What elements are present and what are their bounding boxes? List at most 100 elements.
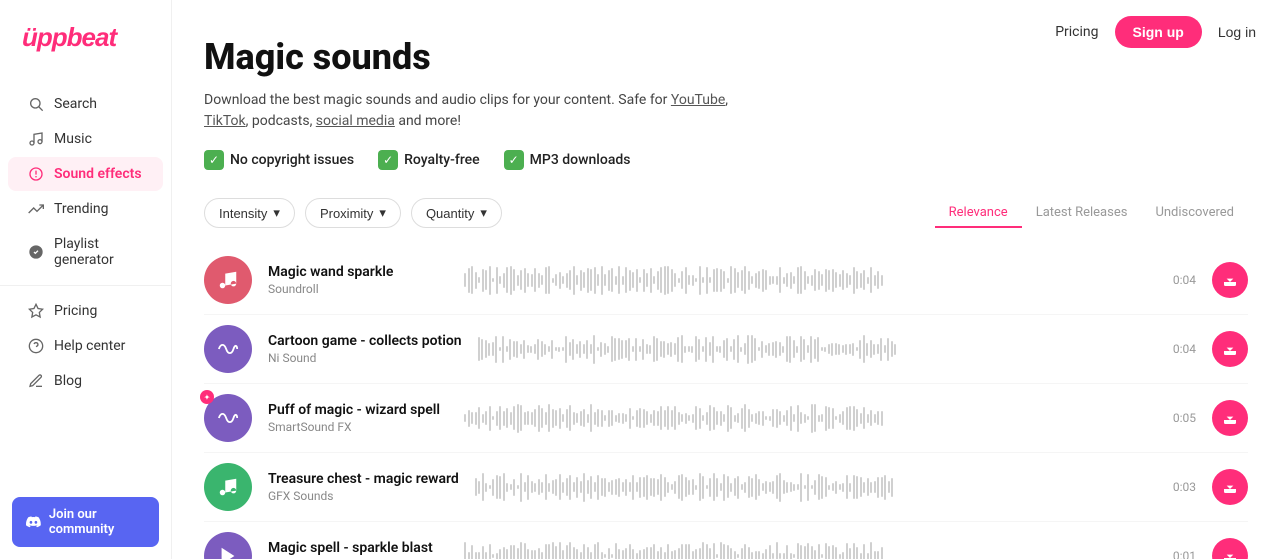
track-thumbnail[interactable] [204,256,252,304]
signup-button[interactable]: Sign up [1115,16,1202,48]
waveform-bar [485,270,487,290]
waveform-bar [709,548,711,559]
download-button[interactable] [1212,538,1248,559]
community-label: Join our community [49,507,145,537]
waveform-bar [475,272,477,289]
waveform-bar [510,484,512,490]
join-community-button[interactable]: Join our community [12,497,159,547]
sort-tab-relevance[interactable]: Relevance [935,199,1022,228]
waveform-bar [646,411,648,425]
waveform-bar [873,344,875,355]
track-artist: Soundroll [268,282,448,296]
waveform-bar [608,410,610,427]
track-thumbnail[interactable] [204,532,252,559]
filter-proximity[interactable]: Proximity ▾ [305,198,401,228]
waveform-bar [670,342,672,357]
waveform-bar [632,549,634,559]
waveform[interactable] [464,262,1152,298]
sidebar-item-trending[interactable]: Trending [8,192,163,226]
waveform-bar [769,482,771,492]
sidebar-item-sound-effects[interactable]: Sound effects [8,157,163,191]
waveform-bar [587,547,589,559]
track-thumbnail[interactable] [204,325,252,373]
waveform[interactable] [478,331,1152,367]
waveform-bar [748,476,750,498]
waveform-bar [492,416,494,420]
sidebar-item-pricing[interactable]: Pricing [8,294,163,328]
waveform-bar [523,340,525,359]
waveform-bar [828,407,830,429]
waveform-bar [545,267,547,294]
music-icon [28,131,44,147]
waveform-bar [828,485,830,490]
waveform-bar [509,339,511,360]
sidebar-item-blog[interactable]: Blog [8,364,163,398]
waveform-bar [712,336,714,363]
waveform-bar [600,342,602,357]
waveform-bar [790,553,792,559]
waveform-bar [667,544,669,559]
filter-quantity[interactable]: Quantity ▾ [411,198,502,228]
track-row[interactable]: ✦ Puff of magic - wizard spell SmartSoun… [204,384,1248,453]
waveform-bar [558,347,560,352]
track-row[interactable]: Magic wand sparkle Soundroll 0:04 [204,246,1248,315]
waveform[interactable] [464,400,1152,436]
waveform-bar [471,266,473,294]
top-nav-pricing[interactable]: Pricing [1055,24,1098,40]
logo[interactable]: üppbeat [20,18,151,60]
download-button[interactable] [1212,400,1248,436]
sidebar-item-search[interactable]: Search [8,87,163,121]
waveform-bar [755,273,757,288]
waveform-bar [811,546,813,559]
waveform-bar [643,409,645,428]
waveform-bar [468,410,470,427]
waveform-bar [576,344,578,354]
waveform-bar [737,476,739,499]
filter-intensity[interactable]: Intensity ▾ [204,198,295,228]
waveform-bar [527,549,529,559]
waveform-bar [478,552,480,559]
waveform-bar [825,477,827,497]
sidebar-item-playlist-generator[interactable]: Playlist generator [8,227,163,277]
sort-tab-undiscovered[interactable]: Undiscovered [1141,199,1248,228]
download-button[interactable] [1212,469,1248,505]
waveform-bar [800,473,802,502]
waveform-bar [842,483,844,492]
waveform-bar [755,474,757,500]
waveform-bar [782,346,784,353]
track-row[interactable]: Magic spell - sparkle blast Epic Stock M… [204,522,1248,559]
track-title: Treasure chest - magic reward [268,471,459,487]
waveform-bar [702,476,704,499]
sidebar-item-playlist-generator-label: Playlist generator [54,236,143,268]
waveform-bar [751,478,753,497]
track-row[interactable]: Treasure chest - magic reward GFX Sounds… [204,453,1248,522]
waveform-bar [817,337,819,362]
waveform-bar [566,545,568,559]
track-duration: 0:05 [1168,411,1196,425]
waveform-bar [867,478,869,496]
waveform-bar [629,544,631,559]
waveform[interactable] [475,469,1152,505]
sidebar-item-help-center[interactable]: Help center [8,329,163,363]
download-icon [1222,341,1238,357]
waveform-bar [835,416,837,420]
waveform-bar [590,476,592,499]
waveform-bar [747,335,749,364]
waveform-bar [607,346,609,353]
waveform-bar [664,477,666,497]
waveform-bar [859,340,861,359]
waveform-bar [723,340,725,358]
track-row[interactable]: Cartoon game - collects potion Ni Sound … [204,315,1248,384]
track-thumbnail[interactable] [204,463,252,511]
waveform[interactable] [464,538,1152,559]
waveform-bar [527,273,529,287]
waveform-bar [615,415,617,422]
sidebar-item-music[interactable]: Music [8,122,163,156]
sort-tab-latest[interactable]: Latest Releases [1022,199,1142,228]
filters-left: Intensity ▾ Proximity ▾ Quantity ▾ [204,198,502,228]
download-button[interactable] [1212,262,1248,298]
download-button[interactable] [1212,331,1248,367]
login-button[interactable]: Log in [1218,24,1256,40]
waveform-bar [573,266,575,295]
waveform-bar [894,344,896,355]
